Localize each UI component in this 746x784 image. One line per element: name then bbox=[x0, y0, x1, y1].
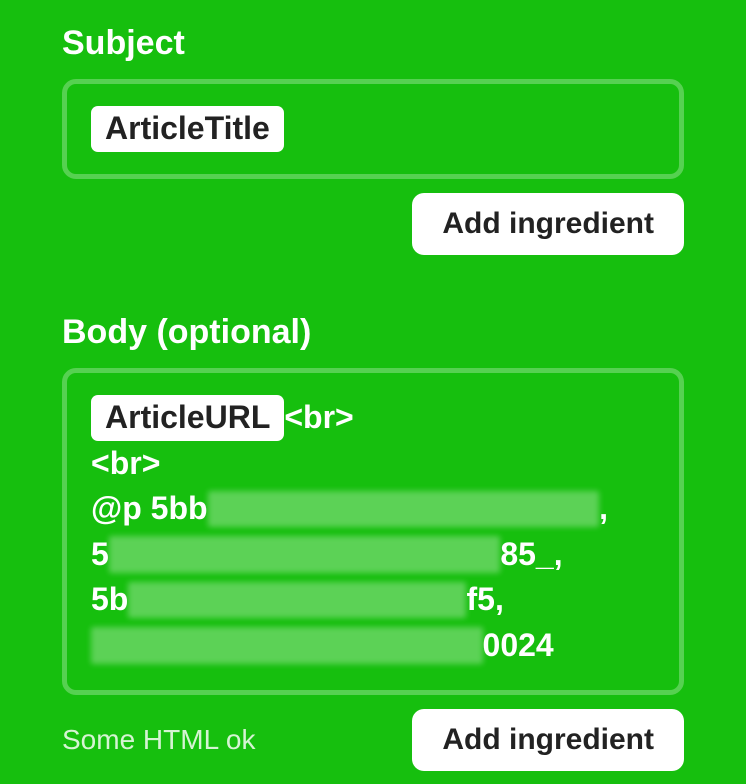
subject-section: Subject ArticleTitle Add ingredient bbox=[62, 24, 684, 255]
body-content: ArticleURL<br> <br> @p 5bb00000000000000… bbox=[91, 395, 655, 668]
add-ingredient-button[interactable]: Add ingredient bbox=[412, 193, 684, 255]
ingredient-pill-articleurl[interactable]: ArticleURL bbox=[91, 395, 284, 441]
body-text: @p 5bb bbox=[91, 490, 208, 526]
blurred-text: 0000000000000000000000 bbox=[208, 486, 600, 531]
subject-button-row: Add ingredient bbox=[62, 193, 684, 255]
body-text: f5, bbox=[466, 581, 503, 617]
add-ingredient-button[interactable]: Add ingredient bbox=[412, 709, 684, 771]
body-input[interactable]: ArticleURL<br> <br> @p 5bb00000000000000… bbox=[62, 368, 684, 695]
subject-input[interactable]: ArticleTitle bbox=[62, 79, 684, 179]
body-text: 0024 bbox=[483, 627, 554, 663]
blurred-text: 0000000000000000000 bbox=[128, 577, 466, 622]
body-text: <br> bbox=[91, 441, 655, 486]
body-text: , bbox=[599, 490, 608, 526]
body-button-row: Some HTML ok Add ingredient bbox=[62, 709, 684, 771]
body-text: 85_, bbox=[500, 536, 562, 572]
body-section: Body (optional) ArticleURL<br> <br> @p 5… bbox=[62, 313, 684, 771]
body-text: 5b bbox=[91, 581, 128, 617]
body-label: Body (optional) bbox=[62, 313, 684, 352]
blurred-text: 0000000000000000000000 bbox=[109, 532, 501, 577]
body-text: 5 bbox=[91, 536, 109, 572]
body-hint: Some HTML ok bbox=[62, 724, 255, 756]
subject-label: Subject bbox=[62, 24, 684, 63]
blurred-text: 0000000000000000000000 bbox=[91, 623, 483, 668]
body-text: <br> bbox=[284, 399, 353, 435]
ingredient-pill-articletitle[interactable]: ArticleTitle bbox=[91, 106, 284, 152]
